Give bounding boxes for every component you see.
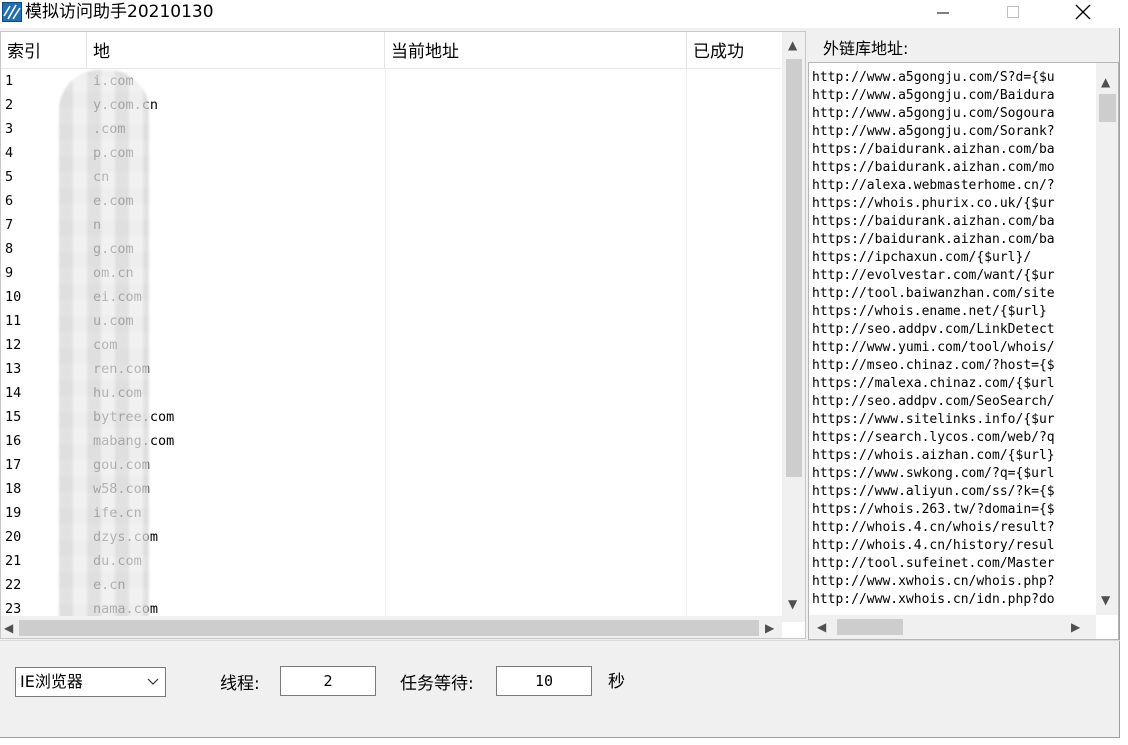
link-line: https://baidurank.aizhan.com/ba xyxy=(812,142,1055,157)
links-vertical-thumb[interactable] xyxy=(1099,94,1116,122)
separator xyxy=(0,640,1120,641)
scroll-right-icon[interactable]: ▶ xyxy=(1071,620,1080,634)
link-line: http://mseo.chinaz.com/?host={$ xyxy=(812,358,1055,373)
list-horizontal-thumb[interactable] xyxy=(19,620,759,636)
link-line: https://baidurank.aizhan.com/ba xyxy=(812,214,1055,229)
url-list-view[interactable]: 索引 地 当前地址 已成功 1i.com2y.com.cn3.com4p.com… xyxy=(0,31,806,639)
link-line: http://www.a5gongju.com/Baidura xyxy=(812,88,1055,103)
scroll-up-icon[interactable]: ▲ xyxy=(788,38,797,52)
links-horizontal-scrollbar[interactable]: ◀ ▶ xyxy=(809,615,1096,639)
list-header: 索引 地 当前地址 已成功 xyxy=(1,32,781,69)
links-horizontal-thumb[interactable] xyxy=(837,619,903,635)
link-library-label: 外链库地址: xyxy=(823,39,909,58)
maximize-button[interactable] xyxy=(990,0,1036,24)
maximize-icon xyxy=(1007,6,1019,18)
close-button[interactable] xyxy=(1060,0,1106,24)
link-line: http://www.xwhois.cn/whois.php? xyxy=(812,574,1055,589)
close-icon xyxy=(1075,4,1091,20)
link-line: http://seo.addpv.com/SeoSearch/ xyxy=(812,394,1055,409)
privacy-blur xyxy=(59,70,149,638)
link-line: https://whois.phurix.co.uk/{$ur xyxy=(812,196,1055,211)
threads-input[interactable] xyxy=(280,666,376,696)
link-line: http://seo.addpv.com/LinkDetect xyxy=(812,322,1055,337)
link-line: https://www.sitelinks.info/{$ur xyxy=(812,412,1055,427)
link-line: http://www.a5gongju.com/Sogoura xyxy=(812,106,1055,121)
list-vertical-scrollbar[interactable]: ▲ ▼ xyxy=(782,32,805,622)
link-line: https://whois.aizhan.com/{$url} xyxy=(812,448,1055,463)
minimize-icon xyxy=(937,12,949,14)
column-header-current-address[interactable]: 当前地址 xyxy=(385,32,687,69)
link-line: https://whois.263.tw/?domain={$ xyxy=(812,502,1055,517)
window-title: 模拟访问助手20210130 xyxy=(25,2,214,22)
link-line: http://alexa.webmasterhome.cn/? xyxy=(812,178,1055,193)
seconds-unit-label: 秒 xyxy=(608,672,625,692)
link-line: http://www.a5gongju.com/Sorank? xyxy=(812,124,1055,139)
link-line: http://whois.4.cn/whois/result? xyxy=(812,520,1055,535)
scroll-down-icon[interactable]: ▼ xyxy=(1101,593,1110,607)
title-bar: 模拟访问助手20210130 xyxy=(0,0,1128,26)
list-vertical-thumb[interactable] xyxy=(786,59,802,477)
link-line: https://www.swkong.com/?q={$url xyxy=(812,466,1055,481)
link-line: https://ipchaxun.com/{$url}/ xyxy=(812,250,1032,265)
minimize-button[interactable] xyxy=(920,0,966,24)
scroll-up-icon[interactable]: ▲ xyxy=(1101,75,1110,89)
chevron-down-icon xyxy=(147,668,159,706)
link-line: https://www.aliyun.com/ss/?k={$ xyxy=(812,484,1055,499)
scroll-left-icon[interactable]: ◀ xyxy=(4,621,13,635)
column-header-succeeded[interactable]: 已成功 xyxy=(687,32,781,69)
column-header-address[interactable]: 地 xyxy=(87,32,385,69)
scroll-right-icon[interactable]: ▶ xyxy=(765,621,774,635)
scroll-down-icon[interactable]: ▼ xyxy=(788,597,797,611)
link-line: https://baidurank.aizhan.com/ba xyxy=(812,232,1055,247)
links-vertical-scrollbar[interactable]: ▲ ▼ xyxy=(1096,63,1118,615)
column-header-index[interactable]: 索引 xyxy=(1,32,87,69)
link-line: http://whois.4.cn/history/resul xyxy=(812,538,1055,553)
link-line: http://www.xwhois.cn/idn.php?do xyxy=(812,592,1055,607)
browser-select[interactable]: IE浏览器 xyxy=(15,667,166,697)
browser-select-value: IE浏览器 xyxy=(20,672,83,691)
link-line: https://whois.ename.net/{$url} xyxy=(812,304,1047,319)
link-line: http://evolvestar.com/want/{$ur xyxy=(812,268,1055,283)
link-line: https://malexa.chinaz.com/{$url xyxy=(812,376,1055,391)
link-line: https://search.lycos.com/web/?q xyxy=(812,430,1055,445)
link-line: http://tool.sufeinet.com/Master xyxy=(812,556,1055,571)
link-line: http://www.a5gongju.com/S?d={$u xyxy=(812,70,1055,85)
scroll-left-icon[interactable]: ◀ xyxy=(817,620,826,634)
link-line: http://www.yumi.com/tool/whois/ xyxy=(812,340,1055,355)
link-line: https://baidurank.aizhan.com/mo xyxy=(812,160,1055,175)
task-wait-input[interactable] xyxy=(496,666,592,696)
link-library-textbox[interactable]: http://www.a5gongju.com/S?d={$u http://ww… xyxy=(808,62,1119,640)
threads-label: 线程: xyxy=(220,674,260,694)
list-horizontal-scrollbar[interactable]: ◀ ▶ xyxy=(1,616,782,638)
task-wait-label: 任务等待: xyxy=(400,674,474,694)
link-line: http://tool.baiwanzhan.com/site xyxy=(812,286,1055,301)
app-icon xyxy=(2,2,22,22)
